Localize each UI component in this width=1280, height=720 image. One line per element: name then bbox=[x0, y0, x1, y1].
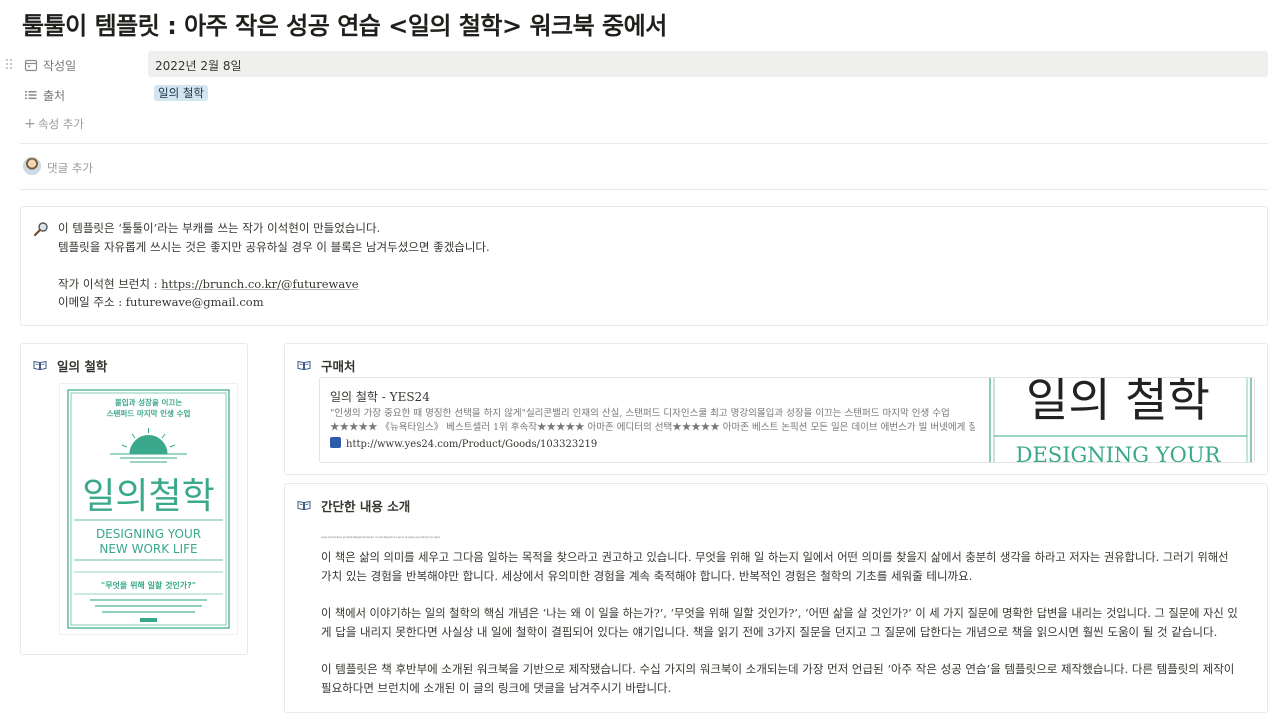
divider bbox=[20, 189, 1268, 190]
yes24-favicon-icon bbox=[330, 437, 341, 448]
property-created-label[interactable]: 작성일 bbox=[43, 57, 76, 74]
property-created-value-box[interactable]: 2022년 2월 8일 bbox=[148, 51, 1268, 77]
property-created-value: 2022년 2월 8일 bbox=[155, 59, 242, 73]
add-property-button[interactable]: + 속성 추가 bbox=[24, 116, 84, 132]
property-source-label[interactable]: 출처 bbox=[43, 87, 65, 104]
intro-paragraph-1[interactable]: 일과 삶은 분리되어 있지 않습니다. 삶이 윤택하게 흐르려면 삶에서 먼저 … bbox=[321, 529, 1228, 586]
cover-tagline-2: 스탠퍼드 마지막 인생 수업 bbox=[107, 408, 191, 418]
intro-heading[interactable]: 간단한 내용 소개 bbox=[321, 496, 410, 515]
cover-quote: "무엇을 위해 일할 것인가?" bbox=[101, 580, 196, 590]
cover-title-en-1: DESIGNING YOUR bbox=[96, 527, 201, 541]
bookmark-thumbnail: 일의 철학 DESIGNING YOUR bbox=[988, 378, 1254, 462]
source-tag[interactable]: 일의 철학 bbox=[154, 85, 208, 101]
property-source: 출처 일의 철학 bbox=[20, 81, 1268, 107]
intro-line: 이 템플릿은 책 후반부에 소개된 워크북을 기반으로 제작됐습니다. 수십 가… bbox=[321, 662, 1235, 676]
cover-title-ko: 일의철학 bbox=[82, 476, 214, 517]
avatar bbox=[23, 157, 41, 175]
brunch-label: 작가 이석현 브런치 : bbox=[58, 276, 162, 291]
callout-brunch-line: 작가 이석현 브런치 : https://brunch.co.kr/@futur… bbox=[58, 275, 490, 294]
intro-paragraph-2[interactable]: 이 책에서 이야기하는 일의 철학의 핵심 개념은 ‘나는 왜 이 일을 하는가… bbox=[321, 604, 1238, 642]
open-book-icon bbox=[297, 360, 311, 370]
open-book-icon bbox=[297, 500, 311, 510]
thumb-title-en: DESIGNING YOUR bbox=[1016, 443, 1222, 462]
magnifier-icon bbox=[33, 221, 49, 241]
book-cover-image: 몰입과 성장을 이끄는 스탠퍼드 마지막 인생 수업 일의철학 DESIGNIN… bbox=[59, 383, 238, 635]
brunch-link[interactable]: https://brunch.co.kr/@futurewave bbox=[161, 277, 358, 291]
plus-icon: + bbox=[24, 116, 36, 132]
yes24-bookmark[interactable]: 일의 철학 - YES24 "인생의 가장 중요한 때 명징한 선택을 하지 않… bbox=[319, 377, 1255, 463]
divider bbox=[20, 143, 1268, 144]
book-card-heading[interactable]: 일의 철학 bbox=[57, 356, 107, 375]
calendar-icon bbox=[24, 57, 38, 72]
add-property-label: 속성 추가 bbox=[38, 117, 84, 131]
intro-line: 이 책은 삶의 의미를 세우고 그다음 일하는 목적을 찾으라고 권고하고 있습… bbox=[321, 551, 1229, 564]
drag-handle-icon[interactable] bbox=[5, 58, 13, 70]
cover-tagline-1: 몰입과 성장을 이끄는 bbox=[115, 397, 182, 407]
bookmark-desc-line: "인생의 가장 중요한 때 명징한 선택을 하지 않게"실리콘밸리 인재의 산실… bbox=[330, 408, 950, 419]
list-icon bbox=[24, 87, 38, 101]
callout-text: 이 템플릿은 ‘툴툴이’라는 부캐를 쓰는 작가 이석현이 만들었습니다. 템플… bbox=[58, 219, 490, 312]
open-book-icon bbox=[33, 360, 47, 370]
intro-line: 필요하다면 브런치에 소개된 이 글의 링크에 댓글을 남겨주시기 바랍니다. bbox=[321, 681, 672, 695]
purchase-heading[interactable]: 구매처 bbox=[321, 356, 356, 375]
bookmark-title: 일의 철학 - YES24 bbox=[330, 390, 430, 404]
book-cover-art: 몰입과 성장을 이끄는 스탠퍼드 마지막 인생 수업 일의철학 DESIGNIN… bbox=[67, 389, 230, 629]
intro-paragraph-3[interactable]: 이 템플릿은 책 후반부에 소개된 워크북을 기반으로 제작됐습니다. 수십 가… bbox=[321, 660, 1234, 698]
intro-line: 게 답을 내리지 못한다면 사실상 내 일에 철학이 결핍되어 있다는 얘기입니… bbox=[321, 625, 1218, 639]
add-comment-input[interactable]: 댓글 추가 bbox=[47, 160, 93, 176]
callout-line: 템플릿을 자유롭게 쓰시는 것은 좋지만 공유하실 경우 이 블록은 남겨두셨으… bbox=[58, 239, 490, 254]
cover-sun-icon bbox=[110, 428, 187, 463]
bookmark-desc-line: ★★★★★ 《뉴욕타임스》 베스트셀러 1위 후속작★★★★★ 아마존 에디터의… bbox=[330, 422, 975, 433]
callout-email-line: 이메일 주소 : futurewave@gmail.com bbox=[58, 295, 264, 309]
page-title[interactable]: 툴툴이 템플릿 : 아주 작은 성공 연습 <일의 철학> 워크북 중에서 bbox=[22, 6, 667, 41]
callout-line: 이 템플릿은 ‘툴툴이’라는 부캐를 쓰는 작가 이석현이 만들었습니다. bbox=[58, 221, 381, 235]
intro-section: 간단한 내용 소개 일과 삶은 분리되어 있지 않습니다. 삶이 윤택하게 흐르… bbox=[284, 483, 1268, 713]
bookmark-url-row: http://www.yes24.com/Product/Goods/10332… bbox=[330, 437, 597, 450]
author-callout: 이 템플릿은 ‘툴툴이’라는 부캐를 쓰는 작가 이석현이 만들었습니다. 템플… bbox=[20, 206, 1268, 326]
bookmark-url: http://www.yes24.com/Product/Goods/10332… bbox=[346, 439, 598, 450]
intro-line: 가치 있는 경험을 반복해야만 합니다. 세상에서 유의미한 경험을 계속 축적… bbox=[321, 569, 973, 583]
intro-line: 일과 삶은 분리되어 있지 않습니다. 삶이 윤택하게 흐르려면 삶에서 먼저 … bbox=[321, 538, 441, 539]
property-created: 작성일 2022년 2월 8일 bbox=[20, 51, 1268, 77]
cover-title-en-2: NEW WORK LIFE bbox=[99, 542, 197, 556]
intro-line: 이 책에서 이야기하는 일의 철학의 핵심 개념은 ‘나는 왜 이 일을 하는가… bbox=[321, 607, 1238, 620]
bookmark-description: "인생의 가장 중요한 때 명징한 선택을 하지 않게"실리콘밸리 인재의 산실… bbox=[330, 407, 975, 435]
thumb-title-ko: 일의 철학 bbox=[1026, 378, 1210, 427]
